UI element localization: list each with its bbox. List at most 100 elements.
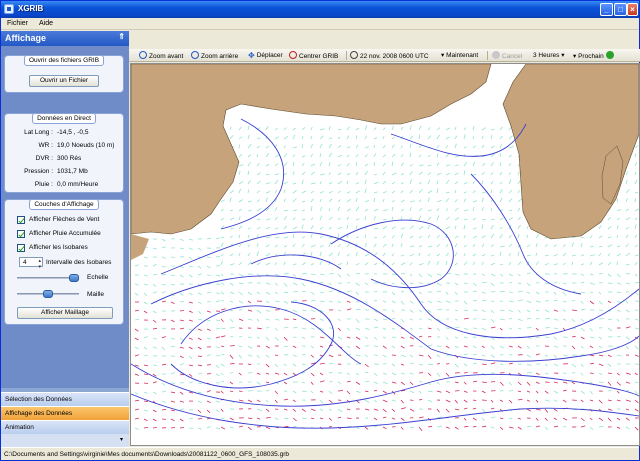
wind-arrow: [206, 274, 212, 276]
zoom-out-button[interactable]: Zoom arrière: [191, 51, 238, 60]
slider-thumb[interactable]: [69, 274, 79, 282]
open-file-button[interactable]: Ouvrir un Fichier: [29, 75, 99, 87]
wind-arrow: [143, 382, 149, 384]
wind-arrow: [197, 418, 203, 420]
wind-arrow: [508, 291, 513, 293]
separator: [346, 51, 347, 60]
nav-more-chevron-icon[interactable]: ▾: [120, 436, 123, 443]
window-title: XGRIB: [18, 4, 44, 13]
zoom-in-button[interactable]: Zoom avant: [139, 51, 183, 60]
rain-value: 0,0 mm/Heure: [57, 181, 99, 188]
menu-file[interactable]: Fichier: [7, 20, 28, 27]
maximize-button[interactable]: □: [614, 3, 627, 16]
nav-data-display[interactable]: Affichage des Données: [1, 406, 129, 420]
close-button[interactable]: ×: [627, 3, 638, 16]
checkbox-isobars[interactable]: Afficher les Isobares: [17, 243, 117, 253]
checkbox-wind-arrows[interactable]: Afficher Flèches de Vent: [17, 215, 117, 225]
live-data-title: Données en Direct: [32, 113, 96, 124]
wind-arrow: [337, 390, 344, 392]
wind-arrow: [472, 327, 478, 329]
now-button[interactable]: ▾ Maintenant: [441, 51, 478, 59]
scale-slider[interactable]: [17, 274, 79, 282]
wind-arrow: [418, 381, 423, 383]
nav-animation-label: Animation: [5, 424, 34, 431]
move-button[interactable]: ✥ Déplacer: [248, 51, 283, 60]
wind-speed-label: WR :: [38, 142, 53, 149]
minimize-button[interactable]: _: [600, 3, 613, 16]
checkbox-box[interactable]: [17, 216, 25, 224]
collapse-chevron-icon[interactable]: ⇑: [118, 32, 125, 41]
wind-direction-value: 300 Rés: [57, 155, 82, 162]
pressure-label: Pression :: [24, 168, 53, 175]
move-arrows-icon: ✥: [248, 51, 255, 60]
pressure-value: 1031,7 Mb: [57, 168, 88, 175]
wind-arrow: [229, 345, 235, 347]
checkbox-box[interactable]: [17, 230, 25, 238]
menu-bar: Fichier Aide: [1, 18, 639, 30]
display-layers-group: Couches d'Affichage Afficher Flèches de …: [4, 199, 124, 325]
app-window: XGRIB _ □ × Fichier Aide Affichage ⇑ Ouv…: [0, 0, 640, 461]
nav-data-selection-label: Sélection des Données: [5, 396, 72, 403]
now-label: Maintenant: [446, 52, 479, 59]
mesh-slider[interactable]: [17, 290, 79, 298]
wind-arrow: [238, 390, 243, 392]
wind-arrow: [215, 292, 221, 294]
map-toolbar: Zoom avant Zoom arrière ✥ Déplacer Centre…: [129, 49, 640, 62]
wind-arrow: [391, 336, 397, 338]
wind-arrow: [170, 427, 176, 429]
wind-arrow: [152, 364, 158, 366]
datetime-label: 22 nov. 2008 0600 UTC: [360, 53, 429, 60]
row-pressure: Pression : 1031,7 Mb: [5, 168, 125, 178]
wind-arrow: [544, 327, 550, 329]
wind-direction-label: DVR :: [35, 155, 53, 162]
wind-arrow: [571, 372, 576, 374]
layers-group-title: Couches d'Affichage: [29, 199, 99, 210]
show-mesh-button[interactable]: Afficher Maillage: [17, 307, 113, 319]
isobars-label: Afficher les Isobares: [29, 244, 88, 251]
weather-map[interactable]: [131, 64, 639, 445]
spinner-arrows-icon[interactable]: ▴ ▾: [38, 258, 41, 270]
previous-button[interactable]: Cancel: [492, 51, 522, 60]
wind-arrow: [328, 273, 334, 275]
next-button[interactable]: ▾ Prochain: [573, 51, 616, 60]
row-latlong: Lat Long : -14,5 , -0,5: [5, 129, 125, 139]
map-view[interactable]: [130, 63, 640, 446]
wind-arrow: [463, 372, 468, 374]
latlong-label: Lat Long :: [24, 129, 53, 136]
slider-thumb[interactable]: [43, 290, 53, 298]
wind-arrow: [238, 336, 243, 338]
file-path: C:\Documents and Settings\virginie\Mes d…: [4, 451, 289, 458]
nav-data-selection[interactable]: Sélection des Données: [1, 392, 129, 406]
wind-arrow: [562, 372, 567, 374]
nav-animation[interactable]: Animation: [1, 420, 129, 434]
wind-arrow: [301, 309, 307, 311]
row-rain: Pluie : 0,0 mm/Heure: [5, 181, 125, 191]
time-step-selector[interactable]: 3 Heures ▾: [533, 51, 564, 59]
magnifier-plus-icon: [139, 51, 147, 59]
menu-help[interactable]: Aide: [39, 20, 53, 27]
checkbox-box[interactable]: [17, 244, 25, 252]
left-panel: Affichage ⇑ Ouvrir des fichiers GRIB Ouv…: [1, 31, 129, 447]
dropdown-arrow-icon: ▾: [561, 52, 565, 59]
zoom-in-label: Zoom avant: [149, 53, 184, 60]
center-grib-button[interactable]: Centrer GRIB: [289, 51, 338, 60]
accumulated-rain-label: Afficher Pluie Accumulée: [29, 230, 101, 237]
wind-arrow: [215, 328, 221, 330]
datetime-selector[interactable]: 22 nov. 2008 0600 UTC: [350, 51, 429, 60]
clock-icon: [350, 51, 358, 59]
wind-arrow: [562, 354, 568, 356]
wind-arrow: [265, 417, 271, 419]
wind-arrow: [220, 345, 225, 347]
checkbox-accumulated-rain[interactable]: Afficher Pluie Accumulée: [17, 229, 117, 239]
forward-arrow-icon: [605, 51, 614, 59]
wind-speed-value: 19,0 Noeuds (10 m): [57, 142, 115, 149]
wind-arrow: [508, 318, 513, 320]
nav-footer: ▾: [1, 434, 129, 447]
isobar-interval-spinner[interactable]: 4 ▴ ▾: [19, 257, 43, 270]
grib-file-group: Ouvrir des fichiers GRIB Ouvrir un Fichi…: [4, 55, 124, 93]
wind-arrow: [490, 381, 496, 383]
panel-title: Affichage: [5, 33, 47, 43]
wind-arrow: [274, 354, 279, 356]
wind-arrow: [373, 345, 379, 347]
wind-arrow: [481, 318, 486, 320]
